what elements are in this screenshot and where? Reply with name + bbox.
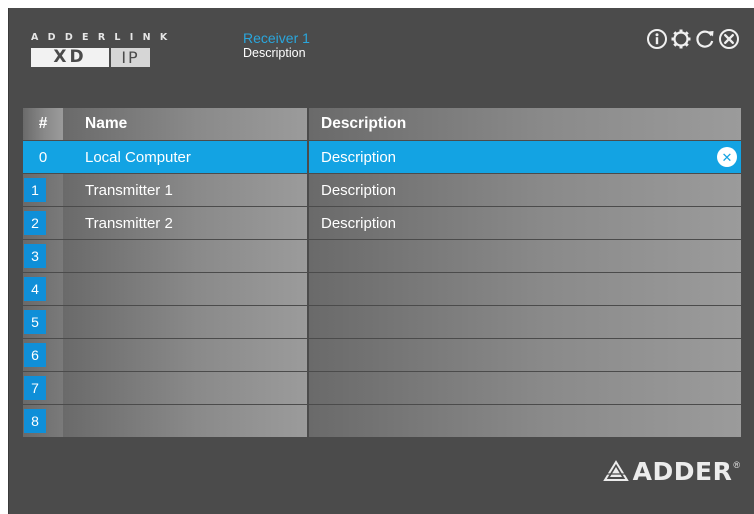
column-header-number: #	[23, 108, 63, 140]
table-row[interactable]: 6	[23, 339, 741, 371]
row-number-cell: 6	[23, 339, 63, 371]
column-header-name: Name	[63, 108, 307, 140]
table-row[interactable]: 2 Transmitter 2 Description	[23, 207, 741, 239]
channel-table: # Name Description 0 Local Computer Desc…	[23, 108, 741, 438]
row-number-cell: 3	[23, 240, 63, 272]
row-name[interactable]: Transmitter 1	[63, 174, 307, 206]
row-number-cell: 7	[23, 372, 63, 404]
row-name[interactable]: Local Computer	[63, 141, 307, 173]
device-name: Receiver 1	[243, 30, 310, 46]
row-name[interactable]	[63, 240, 307, 272]
row-number: 2	[24, 211, 46, 235]
row-number-cell: 1	[23, 174, 63, 206]
row-number: 4	[24, 277, 46, 301]
table-header: # Name Description	[23, 108, 741, 140]
column-header-description: Description	[309, 108, 741, 140]
close-circle-icon[interactable]: ✕	[717, 147, 737, 167]
row-number: 8	[24, 409, 46, 433]
table-row[interactable]: 0 Local Computer Description ✕	[23, 141, 741, 173]
row-name[interactable]	[63, 306, 307, 338]
row-description[interactable]	[309, 405, 741, 437]
row-number: 7	[24, 376, 46, 400]
adder-logo-text: ADDER	[632, 457, 733, 486]
row-description[interactable]: Description	[309, 207, 741, 239]
device-info: Receiver 1 Description	[243, 30, 310, 61]
row-number: 0	[23, 141, 63, 173]
brand-wordmark: ADDERLINK	[31, 32, 177, 43]
settings-icon[interactable]	[670, 28, 692, 50]
row-name[interactable]	[63, 405, 307, 437]
row-number: 6	[24, 343, 46, 367]
row-description[interactable]	[309, 339, 741, 371]
adderlink-logo: ADDERLINK XD IP	[31, 32, 177, 67]
app-window: ADDERLINK XD IP Receiver 1 Description #…	[8, 8, 754, 514]
table-row[interactable]: 8	[23, 405, 741, 437]
row-number: 3	[24, 244, 46, 268]
row-description[interactable]	[309, 372, 741, 404]
row-description[interactable]: Description ✕	[309, 141, 741, 173]
row-name[interactable]	[63, 372, 307, 404]
row-number-cell: 8	[23, 405, 63, 437]
adder-mark-icon	[602, 460, 629, 481]
row-description[interactable]	[309, 306, 741, 338]
brand-logo-ip: IP	[111, 48, 150, 67]
row-description-text: Description	[321, 148, 397, 166]
device-description: Description	[243, 46, 306, 60]
brand-logo-xd: XD	[31, 48, 109, 67]
row-name[interactable]: Transmitter 2	[63, 207, 307, 239]
table-row[interactable]: 7	[23, 372, 741, 404]
brand-logo-block: XD IP	[31, 48, 177, 67]
registered-mark: ®	[733, 460, 740, 470]
row-number: 1	[24, 178, 46, 202]
info-icon[interactable]	[646, 28, 668, 50]
table-row[interactable]: 3	[23, 240, 741, 272]
row-number-cell: 2	[23, 207, 63, 239]
adder-logo: ADDER ®	[602, 457, 740, 486]
row-name[interactable]	[63, 273, 307, 305]
refresh-icon[interactable]	[694, 28, 716, 50]
table-row[interactable]: 4	[23, 273, 741, 305]
row-number: 5	[24, 310, 46, 334]
toolbar	[646, 28, 740, 50]
close-icon[interactable]	[718, 28, 740, 50]
table-row[interactable]: 1 Transmitter 1 Description	[23, 174, 741, 206]
row-description[interactable]	[309, 273, 741, 305]
row-description[interactable]: Description	[309, 174, 741, 206]
row-number-cell: 4	[23, 273, 63, 305]
table-row[interactable]: 5	[23, 306, 741, 338]
row-number-cell: 5	[23, 306, 63, 338]
row-name[interactable]	[63, 339, 307, 371]
row-description[interactable]	[309, 240, 741, 272]
